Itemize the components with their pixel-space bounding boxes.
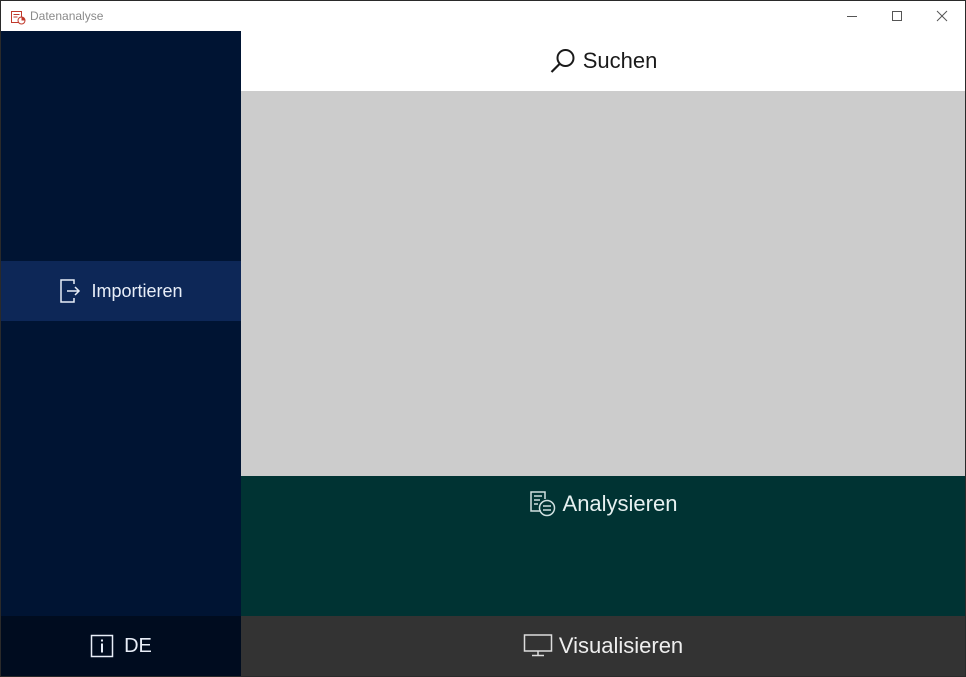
analyze-icon [529, 491, 555, 517]
analyze-panel[interactable]: Analysieren [241, 476, 965, 616]
language-label: DE [124, 634, 152, 657]
info-icon [90, 634, 114, 658]
search-label: Suchen [582, 48, 658, 73]
minimize-icon [847, 16, 857, 17]
title-bar: Datenanalyse [1, 1, 965, 31]
search-button[interactable]: Suchen [241, 31, 965, 91]
close-button[interactable] [919, 1, 965, 31]
sidebar: Importieren [1, 31, 241, 616]
maximize-icon [892, 11, 902, 21]
maximize-button[interactable] [874, 1, 920, 31]
analyze-header: Analysieren [241, 486, 965, 522]
sidebar-item-importieren[interactable]: Importieren [1, 261, 241, 321]
minimize-button[interactable] [829, 1, 875, 31]
visualize-label: Visualisieren [558, 633, 684, 658]
sidebar-item-label: Importieren [91, 280, 183, 301]
search-icon [550, 49, 575, 73]
visualize-button[interactable]: Visualisieren [241, 616, 965, 676]
content-area [241, 91, 965, 476]
import-icon [60, 279, 81, 303]
app-window: Datenanalyse Importieren DE Suchen Analy… [0, 0, 966, 677]
monitor-icon [523, 634, 553, 657]
window-title: Datenanalyse [30, 9, 104, 23]
chart-document-icon [11, 11, 26, 25]
language-button[interactable]: DE [1, 616, 241, 676]
close-icon [936, 10, 948, 22]
analyze-label: Analysieren [562, 491, 678, 516]
